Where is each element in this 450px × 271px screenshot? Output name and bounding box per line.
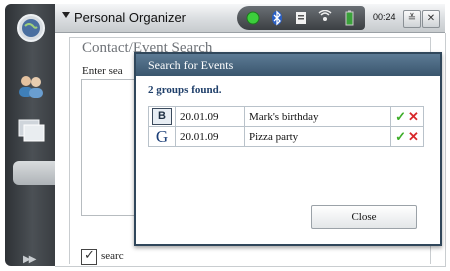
- event-name: Mark's birthday: [244, 106, 391, 127]
- event-name: Pizza party: [244, 126, 391, 147]
- close-window-button[interactable]: ✕: [422, 10, 440, 28]
- app-title[interactable]: Personal Organizer: [74, 10, 186, 25]
- menu-dropdown-icon[interactable]: [62, 12, 70, 18]
- table-row[interactable]: B 20.01.09 Mark's birthday ✓ ✕: [148, 106, 424, 127]
- document-icon[interactable]: [293, 10, 309, 26]
- checkmark-icon: ✓: [84, 248, 95, 263]
- accept-check-icon[interactable]: ✓: [395, 129, 406, 144]
- table-row[interactable]: G 20.01.09 Pizza party ✓ ✕: [148, 126, 424, 147]
- status-bar: [237, 6, 365, 30]
- search-prompt-label: Enter sea: [82, 65, 123, 77]
- results-table: B 20.01.09 Mark's birthday ✓ ✕ G 20.01.09…: [148, 106, 424, 147]
- event-date: 20.01.09: [175, 126, 245, 147]
- search-checkbox-label: searc: [101, 250, 124, 262]
- close-button[interactable]: Close: [311, 205, 417, 229]
- search-events-dialog: Search for Events 2 groups found. B 20.0…: [134, 52, 442, 246]
- device-screen: ▶▶ Personal Organizer 00:24 ≚ ✕ Contact/…: [0, 0, 450, 271]
- google-group-icon: G: [155, 126, 169, 146]
- windows-icon[interactable]: [15, 114, 47, 146]
- dialog-title: Search for Events: [148, 58, 234, 72]
- dialog-title-bar: Search for Events: [136, 54, 440, 76]
- globe-icon[interactable]: [15, 12, 47, 44]
- title-bar: Personal Organizer 00:24 ≚ ✕: [55, 4, 445, 33]
- minimize-button[interactable]: ≚: [403, 10, 421, 28]
- accept-check-icon[interactable]: ✓: [395, 109, 406, 124]
- app-sidebar: ▶▶: [5, 4, 60, 266]
- bluetooth-icon[interactable]: [269, 10, 285, 26]
- battery-icon[interactable]: [341, 10, 357, 26]
- event-date: 20.01.09: [175, 106, 245, 127]
- reject-x-icon[interactable]: ✕: [408, 109, 419, 124]
- birthday-group-icon: B: [152, 108, 172, 125]
- group-icon-cell: B: [148, 106, 176, 127]
- row-actions: ✓ ✕: [390, 126, 424, 147]
- fast-forward-icon[interactable]: ▶▶: [23, 254, 36, 265]
- row-actions: ✓ ✕: [390, 106, 424, 127]
- wireless-icon[interactable]: [317, 9, 333, 26]
- result-count: 2 groups found.: [148, 84, 222, 96]
- green-dot-icon[interactable]: [245, 10, 261, 26]
- contacts-icon[interactable]: [15, 70, 47, 102]
- sidebar-active-tab[interactable]: [13, 161, 60, 185]
- reject-x-icon[interactable]: ✕: [408, 129, 419, 144]
- search-checkbox[interactable]: ✓: [81, 248, 97, 265]
- group-icon-cell: G: [148, 126, 176, 147]
- clock: 00:24: [373, 12, 396, 22]
